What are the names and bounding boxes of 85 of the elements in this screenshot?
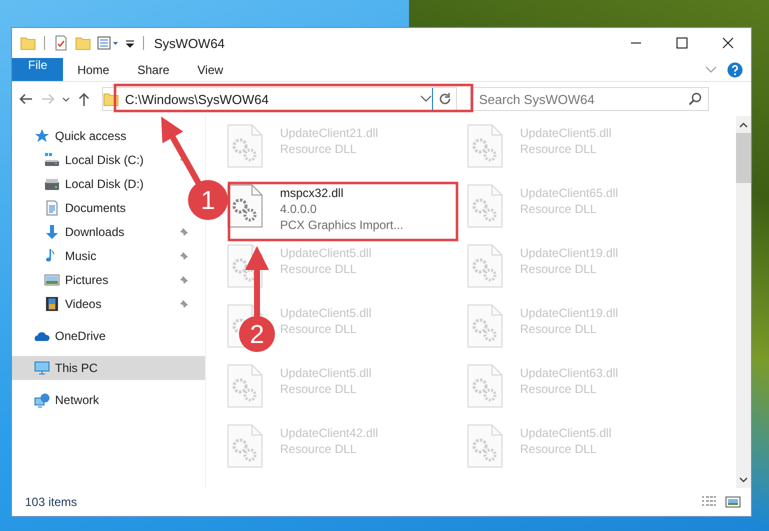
- ribbon-tab[interactable]: View: [183, 58, 238, 81]
- picture-icon: [44, 272, 60, 288]
- dll-file-icon: [467, 124, 503, 168]
- dll-file-icon: [467, 424, 503, 468]
- callout-badge: [239, 316, 275, 352]
- sidebar-label: Downloads: [65, 225, 126, 239]
- file-detail: Resource DLL: [280, 321, 358, 337]
- callout-arrow: [245, 246, 269, 318]
- sidebar-label: Network: [55, 393, 100, 407]
- file-detail: Resource DLL: [520, 381, 598, 397]
- drive-icon: [44, 176, 60, 192]
- sidebar-item[interactable]: This PC: [12, 356, 205, 380]
- dll-file-icon: [467, 244, 503, 288]
- ribbon-tab[interactable]: Share: [123, 58, 184, 81]
- sidebar-label: Documents: [65, 201, 127, 215]
- back-button[interactable]: [18, 91, 34, 107]
- file-detail: Resource DLL: [280, 381, 358, 397]
- search-field[interactable]: Search SysWOW64: [470, 87, 709, 111]
- chevron-icon[interactable]: [705, 66, 717, 74]
- dll-file-icon: [227, 184, 263, 228]
- scrollbar-thumb[interactable]: [736, 133, 751, 183]
- sidebar-label: Pictures: [65, 273, 110, 287]
- computer-icon: [34, 360, 50, 376]
- properties-icon[interactable]: [53, 35, 69, 51]
- sidebar-item[interactable]: Documents: [12, 196, 192, 220]
- callout-badge: [188, 180, 228, 220]
- drive-icon: [44, 152, 60, 168]
- file-detail: 4.0.0.0: [280, 201, 318, 217]
- large-icons-view-icon[interactable]: [725, 495, 741, 509]
- help-icon[interactable]: [727, 62, 743, 78]
- dll-file-icon: [467, 304, 503, 348]
- sidebar-label: Quick access: [55, 129, 128, 143]
- callout-arrow: [161, 116, 202, 186]
- scroll-up-icon[interactable]: [739, 122, 748, 128]
- sidebar-item[interactable]: Network: [12, 388, 192, 412]
- scroll-down-icon[interactable]: [739, 476, 748, 482]
- file-detail: Resource DLL: [520, 201, 598, 217]
- callout-number: 1: [200, 185, 216, 215]
- file-detail: Resource DLL: [520, 441, 598, 457]
- up-button[interactable]: [76, 91, 92, 107]
- dll-file-icon: [467, 364, 503, 408]
- window-title: SysWOW64: [154, 36, 225, 50]
- sidebar-item[interactable]: Quick access: [12, 124, 192, 148]
- scrollbar[interactable]: [736, 116, 751, 488]
- file-name[interactable]: mspcx32.dll: [280, 186, 404, 201]
- callout-number: 2: [250, 319, 264, 349]
- file-detail: Resource DLL: [520, 141, 598, 157]
- address-bar[interactable]: C:\Windows\SysWOW64: [102, 87, 457, 111]
- ribbon-tab[interactable]: Home: [63, 58, 124, 81]
- dll-file-icon: [227, 364, 263, 408]
- sidebar-item[interactable]: Downloads: [12, 220, 192, 244]
- refresh-icon[interactable]: [438, 92, 452, 106]
- sidebar-item[interactable]: Videos: [12, 292, 192, 316]
- customize-icon[interactable]: [97, 35, 119, 51]
- sidebar-label: Videos: [65, 297, 102, 311]
- item-count: 103 items: [25, 495, 78, 509]
- file-detail: Resource DLL: [280, 141, 358, 157]
- sidebar-label: This PC: [55, 361, 99, 375]
- document-icon: [44, 200, 60, 216]
- dropdown-icon[interactable]: [420, 95, 432, 103]
- sidebar-label: OneDrive: [55, 329, 107, 343]
- dll-file-icon: [227, 124, 263, 168]
- sidebar-label: Local Disk (C:): [65, 153, 145, 167]
- sidebar-item[interactable]: Music: [12, 244, 192, 268]
- file-detail: Resource DLL: [520, 261, 598, 277]
- maximize-icon[interactable]: [676, 37, 688, 49]
- dll-file-icon: [227, 424, 263, 468]
- film-icon: [44, 296, 60, 312]
- network-icon: [34, 392, 50, 408]
- sidebar-item[interactable]: OneDrive: [12, 324, 192, 348]
- search-icon[interactable]: [688, 92, 702, 106]
- sidebar-label: Local Disk (D:): [65, 177, 145, 191]
- recent-locations-button[interactable]: [62, 96, 70, 102]
- file-detail: Resource DLL: [280, 441, 358, 457]
- file-menu-button[interactable]: File: [12, 58, 64, 81]
- close-icon[interactable]: [722, 37, 734, 49]
- sidebar-item[interactable]: Pictures: [12, 268, 192, 292]
- file-detail: Resource DLL: [280, 261, 358, 277]
- file-detail: Resource DLL: [520, 321, 598, 337]
- file-detail: PCX Graphics Import...: [280, 217, 404, 233]
- download-arrow-icon: [44, 224, 60, 240]
- star-icon: [34, 128, 50, 144]
- sidebar-item[interactable]: Local Disk (D:): [12, 172, 192, 196]
- sidebar-label: Music: [65, 249, 98, 263]
- dll-file-icon: [467, 184, 503, 228]
